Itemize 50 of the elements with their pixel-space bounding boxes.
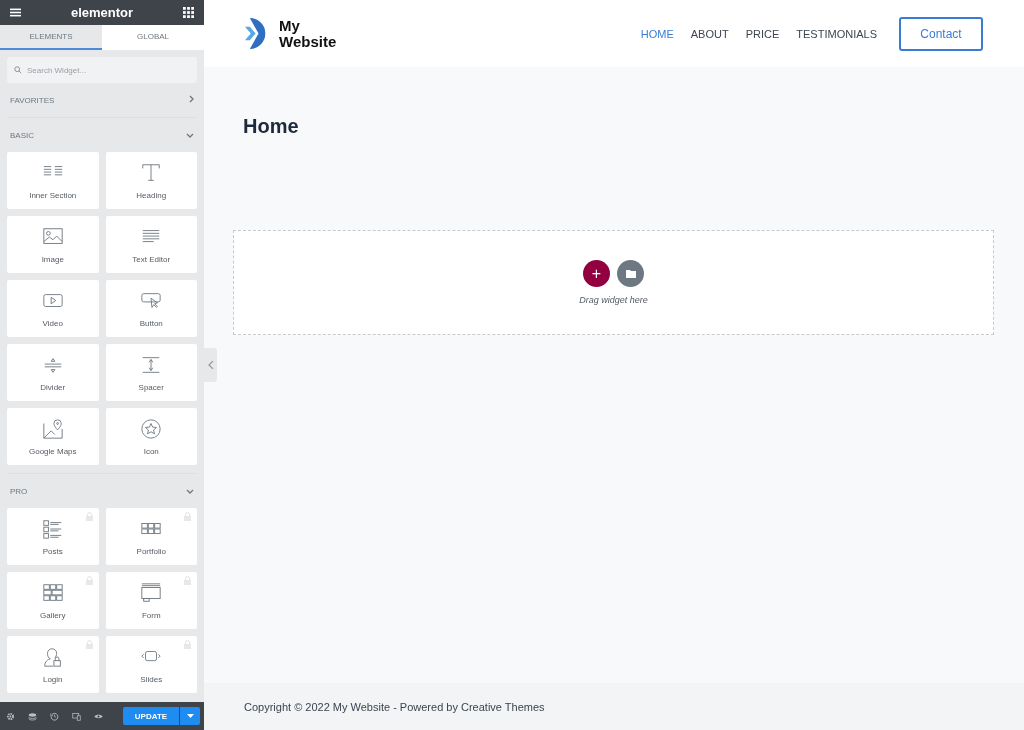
widget-card[interactable]: Portfolio [105,508,197,565]
widget-card[interactable]: Gallery [7,572,99,629]
panel-tab[interactable]: GLOBAL [102,25,204,50]
widget-card[interactable]: Slides [105,636,197,693]
map-pin-icon [41,417,64,440]
nav-link[interactable]: PRICE [745,27,780,40]
widget-card[interactable]: Login [7,636,99,693]
add-section-button[interactable]: + [583,260,610,287]
nav-link[interactable]: HOME [640,27,674,40]
chevron-right-icon [189,95,194,105]
template-library-button[interactable] [617,260,644,287]
drop-hint: Drag widget here [579,295,648,305]
page-title: Home [243,115,300,138]
search-field[interactable]: Search Widget... [7,57,197,83]
form-icon [140,581,163,604]
chevron-left-icon [207,361,214,369]
collapse-handle[interactable] [204,348,217,382]
gallery-icon [41,581,64,604]
widget-card[interactable]: Form [105,572,197,629]
panel-tab[interactable]: ELEMENTS [0,25,102,50]
widget-card[interactable]: Button [105,280,197,337]
widget-card[interactable]: Text Editor [105,216,197,273]
responsive-icon[interactable] [72,711,81,721]
user-lock-icon [41,645,64,668]
nav-link[interactable]: ABOUT [690,27,729,40]
layers-icon[interactable] [28,711,37,721]
grid-icon[interactable] [183,7,194,18]
widget-card[interactable]: Image [7,216,99,273]
folder-icon [625,269,636,278]
widget-card[interactable]: Posts [7,508,99,565]
menu-icon[interactable] [10,7,21,18]
update-options-button[interactable] [180,707,200,725]
copyright-text: Copyright © 2022 My Website - Powered by Creative Themes [244,700,545,713]
settings-icon[interactable] [6,711,15,721]
contact-button[interactable]: Contact [899,16,983,51]
widget-card[interactable]: Video [7,280,99,337]
nav-link[interactable]: TESTIMONIALS [796,27,877,40]
widget-card[interactable]: Heading [105,152,197,209]
widget-card[interactable]: Google Maps [7,408,99,465]
list-icon [41,517,64,540]
letter-t-icon [140,161,163,184]
widget-card[interactable]: Divider [7,344,99,401]
caret-icon [186,714,194,718]
widget-card[interactable]: Spacer [105,344,197,401]
widget-card[interactable]: Inner Section [7,152,99,209]
widget-card[interactable]: Icon [105,408,197,465]
history-icon[interactable] [50,711,59,721]
section-header[interactable]: FAVORITES [7,83,197,117]
site-name[interactable]: My Website [279,17,337,50]
brand-name: elementor [70,5,134,20]
